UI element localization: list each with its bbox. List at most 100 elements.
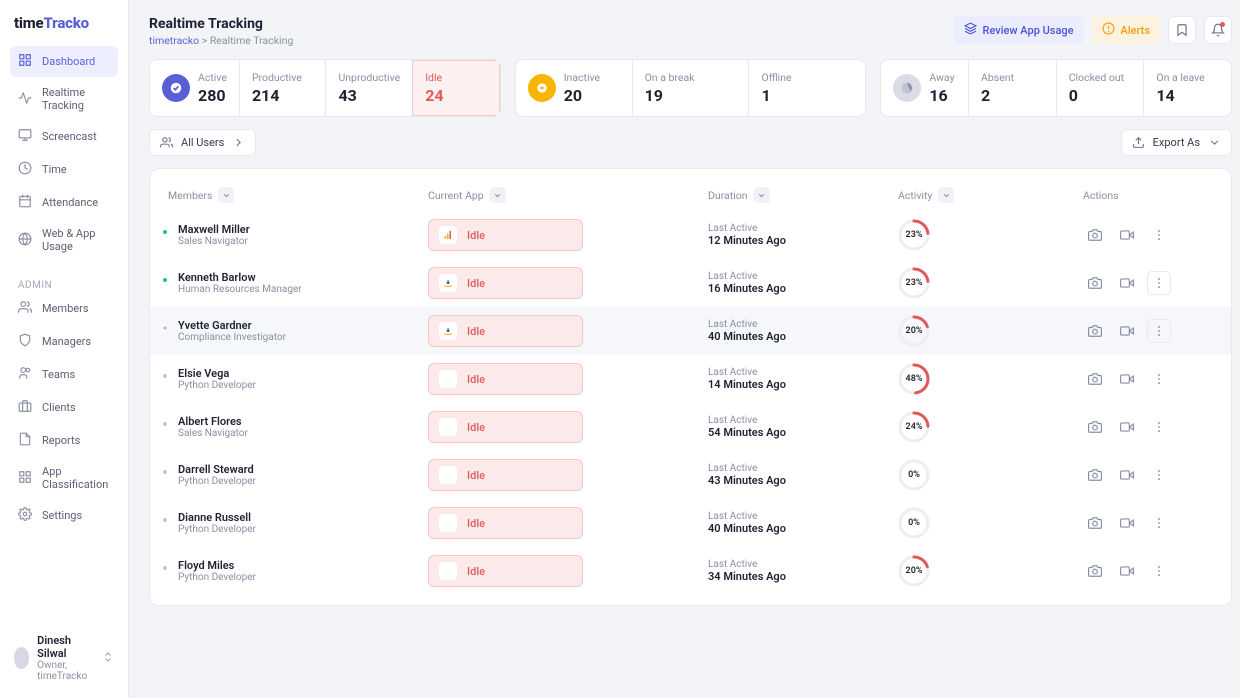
row-menu-button[interactable] [1147,319,1171,343]
row-menu-button[interactable] [1147,367,1171,391]
screencast-button[interactable] [1115,223,1139,247]
apps-icon [18,470,32,487]
member-role: Python Developer [178,476,256,487]
screenshot-button[interactable] [1083,559,1107,583]
stat-on-a-break[interactable]: On a break19 [632,60,749,116]
actions-cell [1083,367,1213,391]
stat-on-a-leave[interactable]: On a leave14 [1143,60,1231,116]
stat-offline[interactable]: Offline1 [748,60,865,116]
stat-inactive[interactable]: Inactive20 [516,60,632,116]
sidebar-item-dashboard[interactable]: Dashboard [10,46,118,77]
nav-primary: Dashboard Realtime TrackingScreencastTime… [10,46,118,260]
table-row[interactable]: Albert FloresSales NavigatorIdleLast Act… [150,403,1231,451]
sort-app[interactable] [490,187,506,203]
nav-label: Reports [42,434,80,447]
table-row[interactable]: Elsie VegaPython DeveloperIdleLast Activ… [150,355,1231,403]
notifications-button[interactable] [1204,16,1232,44]
sidebar-item-web-app-usage[interactable]: Web & App Usage [10,220,118,260]
table-row[interactable]: Dianne RussellPython DeveloperIdleLast A… [150,499,1231,547]
screenshot-button[interactable] [1083,463,1107,487]
duration-cell: Last Active12 Minutes Ago [708,223,898,247]
bookmark-button[interactable] [1168,16,1196,44]
review-app-usage-button[interactable]: Review App Usage [954,16,1084,44]
sidebar-item-screencast[interactable]: Screencast [10,121,118,152]
stat-productive[interactable]: Productive214 [239,60,326,116]
avatar [14,647,29,669]
activity-ring: 20% [898,555,930,587]
sidebar-item-realtime-tracking[interactable]: Realtime Tracking [10,79,118,119]
stat-unproductive[interactable]: Unproductive43 [325,60,412,116]
sidebar-item-clients[interactable]: Clients [10,392,118,423]
activity-percent: 0% [898,459,930,491]
row-menu-button[interactable] [1147,271,1171,295]
duration-value: 12 Minutes Ago [708,234,898,247]
screencast-button[interactable] [1115,511,1139,535]
screenshot-button[interactable] [1083,319,1107,343]
sidebar-item-settings[interactable]: Settings [10,500,118,531]
table-row[interactable]: Maxwell MillerSales NavigatorIdleLast Ac… [150,211,1231,259]
alert-icon [1102,22,1115,38]
screenshot-button[interactable] [1083,367,1107,391]
export-button[interactable]: Export As [1121,129,1232,156]
screenshot-button[interactable] [1083,223,1107,247]
screencast-button[interactable] [1115,463,1139,487]
stat-label: Offline [761,71,791,84]
alerts-label: Alerts [1121,24,1150,37]
screencast-button[interactable] [1115,415,1139,439]
all-users-filter[interactable]: All Users [149,129,256,156]
stat-clocked-out[interactable]: Clocked out0 [1056,60,1144,116]
stat-active[interactable]: Active280 [150,60,239,116]
screenshot-button[interactable] [1083,415,1107,439]
screenshot-button[interactable] [1083,271,1107,295]
row-menu-button[interactable] [1147,511,1171,535]
sort-activity[interactable] [938,187,954,203]
screencast-button[interactable] [1115,559,1139,583]
team-icon [18,366,32,383]
screencast-button[interactable] [1115,319,1139,343]
app-icon [439,562,457,580]
sidebar-item-attendance[interactable]: Attendance [10,187,118,218]
chevron-right-icon [232,136,245,149]
stat-away[interactable]: Away16 [881,60,968,116]
screencast-button[interactable] [1115,367,1139,391]
app-icon [439,226,457,244]
stat-value: 43 [338,86,400,105]
sidebar-user[interactable]: Dinesh Silwal Owner, timeTracko [10,628,118,688]
activity-cell: 23% [898,267,1083,299]
table-row[interactable]: Darrell StewardPython DeveloperIdleLast … [150,451,1231,499]
duration-cell: Last Active40 Minutes Ago [708,319,898,343]
member-cell: Kenneth BarlowHuman Resources Manager [168,271,428,295]
nav-label: Settings [42,509,82,522]
sidebar-item-teams[interactable]: Teams [10,359,118,390]
activity-ring: 24% [898,411,930,443]
duration-value: 54 Minutes Ago [708,426,898,439]
last-active-label: Last Active [708,367,898,378]
screenshot-button[interactable] [1083,511,1107,535]
table-row[interactable]: Yvette GardnerCompliance InvestigatoraId… [150,307,1231,355]
screencast-button[interactable] [1115,271,1139,295]
sort-members[interactable] [218,187,234,203]
row-menu-button[interactable] [1147,223,1171,247]
sidebar-item-reports[interactable]: Reports [10,425,118,456]
last-active-label: Last Active [708,223,898,234]
sidebar-item-app-classification[interactable]: App Classification [10,458,118,498]
nav-label: Clients [42,401,76,414]
row-menu-button[interactable] [1147,559,1171,583]
app-badge: aIdle [428,315,583,347]
table-row[interactable]: Kenneth BarlowHuman Resources ManageraId… [150,259,1231,307]
nav-label: Dashboard [42,55,95,68]
sidebar-item-members[interactable]: Members [10,293,118,324]
sidebar-item-managers[interactable]: Managers [10,326,118,357]
actions-cell [1083,559,1213,583]
logo-part2: Tracko [43,14,88,32]
breadcrumb-root[interactable]: timetracko [149,34,199,47]
sidebar-item-time[interactable]: Time [10,154,118,185]
stat-idle[interactable]: Idle24 [412,60,500,116]
row-menu-button[interactable] [1147,463,1171,487]
table-row[interactable]: Floyd MilesPython DeveloperIdleLast Acti… [150,547,1231,595]
sort-duration[interactable] [754,187,770,203]
alerts-button[interactable]: Alerts [1092,16,1160,44]
stat-absent[interactable]: Absent2 [968,60,1056,116]
member-name: Kenneth Barlow [178,271,302,284]
row-menu-button[interactable] [1147,415,1171,439]
